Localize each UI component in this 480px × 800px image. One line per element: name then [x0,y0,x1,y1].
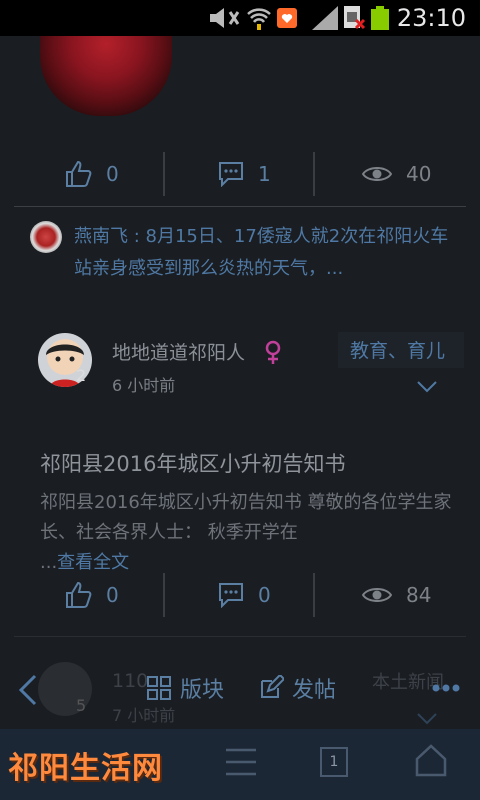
post-label: 发帖 [292,678,337,703]
more-icon[interactable] [432,684,460,692]
views: 84 [362,565,431,625]
comment-icon [219,583,243,608]
post-time: 6 小时前 [112,376,176,395]
views: 40 [362,144,431,204]
like-count: 0 [106,162,119,186]
comment-icon [219,162,243,187]
female-icon [265,340,281,364]
mute-icon [210,8,240,28]
tab-count: 1 [329,754,339,770]
edit-icon [261,675,284,698]
board-label: 版块 [180,678,225,703]
category-label[interactable]: 教育、育儿 [350,336,445,363]
signal-icon [312,6,338,30]
commenter-avatar[interactable] [30,221,62,253]
thumbs-up-icon [66,160,92,187]
separator [14,636,466,637]
divider [163,573,165,617]
like-button[interactable]: 0 [64,144,119,204]
clock: 23:10 [396,4,466,32]
user-level: 2 [76,366,87,385]
board-button[interactable]: 版块 [146,672,224,704]
tabs-button[interactable]: 1 [320,747,348,777]
like-button[interactable]: 0 [64,565,119,625]
new-post-button[interactable]: 发帖 [258,672,336,704]
eye-icon [362,588,392,602]
separator [14,206,466,207]
sim-error-icon [344,6,366,30]
comment-button[interactable]: 1 [218,144,271,204]
thumbs-up-icon [66,581,92,608]
post-author[interactable]: 地地道道祁阳人 [112,338,245,365]
comment-text[interactable]: 燕南飞 : 8月15日、17倭寇人就2次在祁阳火车站亲身感受到那么炎热的天气，.… [74,221,454,285]
chevron-down-icon[interactable] [416,380,438,394]
post-title[interactable]: 祁阳县2016年城区小升初告知书 [40,448,345,478]
post-image[interactable] [40,36,172,116]
divider [313,152,315,196]
wifi-icon [247,8,271,30]
bottom-nav: 祁阳生活网 1 [0,729,480,800]
comment-count: 0 [258,583,271,607]
battery-icon [371,6,389,30]
view-count: 84 [406,583,432,607]
floating-toolbar: 版块 发帖 [0,654,480,726]
view-count: 40 [406,162,432,186]
notification-app-icon [277,8,297,28]
divider [313,573,315,617]
status-bar: 23:10 [0,0,480,36]
divider [163,152,165,196]
post-actions: 0 0 84 [0,565,480,625]
grid-icon [147,676,171,700]
category-badge[interactable]: 教育、育儿 [338,332,464,368]
post-excerpt-text: 祁阳县2016年城区小升初告知书 尊敬的各位学生家长、社会各界人士： 秋季开学在 [40,492,452,543]
comment-count: 1 [258,162,271,186]
brand-logo: 祁阳生活网 [8,751,163,786]
eye-icon [362,167,392,181]
comment-button[interactable]: 0 [218,565,271,625]
back-arrow-icon[interactable] [18,674,38,706]
post-actions: 0 1 40 [0,144,480,204]
menu-icon[interactable] [224,747,258,777]
like-count: 0 [106,583,119,607]
home-icon[interactable] [414,743,448,777]
